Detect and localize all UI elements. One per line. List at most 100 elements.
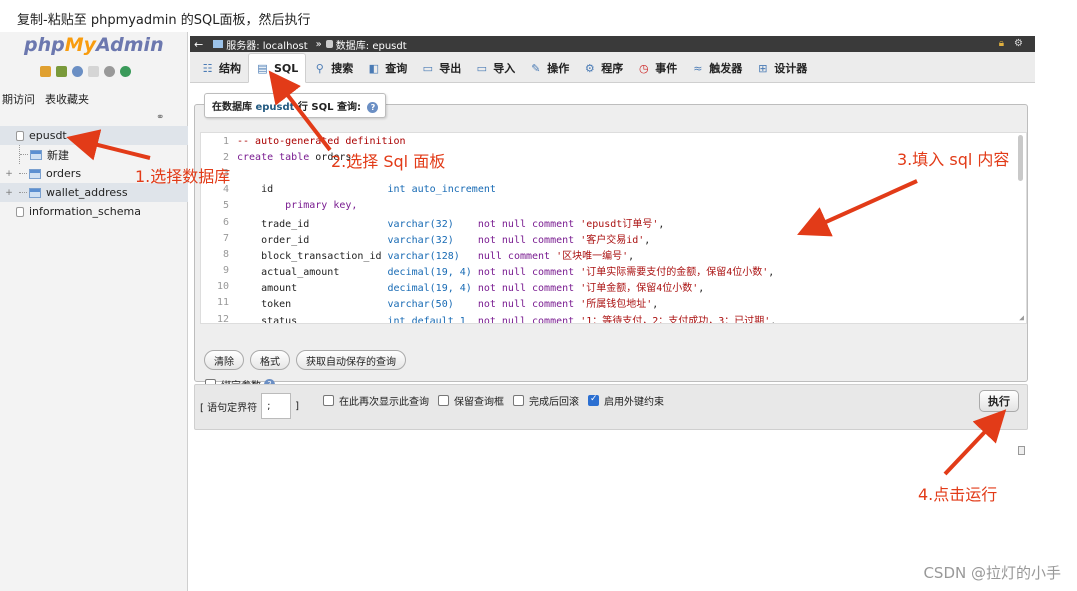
tab-structure[interactable]: ☷结构 bbox=[194, 54, 248, 82]
tab-export[interactable]: ▭导出 bbox=[414, 54, 468, 82]
logo-php: php bbox=[24, 34, 65, 56]
breadcrumb-server[interactable]: 服务器: localhost bbox=[226, 37, 307, 52]
get-autosaved-query-button[interactable]: 获取自动保存的查询 bbox=[296, 350, 406, 370]
logout-icon[interactable] bbox=[56, 66, 67, 77]
option-retain-query-box[interactable]: 保留查询框 bbox=[438, 393, 504, 408]
tab-designer[interactable]: ⊞ 设计器 bbox=[749, 54, 814, 82]
code-text: actual_amount decimal(19, 4) not null co… bbox=[235, 263, 774, 278]
breadcrumb-separator: » bbox=[316, 39, 322, 50]
tab-triggers[interactable]: ≈触发器 bbox=[684, 54, 749, 82]
annotation-step4: 4.点击运行 bbox=[918, 481, 997, 505]
code-token: primary key, bbox=[237, 200, 357, 211]
wrench-icon: ✎ bbox=[529, 62, 542, 75]
help-icon[interactable] bbox=[72, 66, 83, 77]
tree-label: orders bbox=[46, 167, 81, 180]
option-foreign-key-checks[interactable]: 启用外键约束 bbox=[588, 393, 664, 408]
phpmyadmin-logo[interactable]: phpMyAdmin bbox=[24, 34, 164, 56]
instruction-caption: 复制-粘贴至 phpmyadmin 的SQL面板，然后执行 bbox=[17, 9, 311, 28]
recent-tab[interactable]: 期访问 bbox=[0, 90, 37, 108]
console-toggle-icon[interactable] bbox=[1018, 446, 1025, 455]
code-token: not null comment bbox=[478, 267, 580, 278]
navigation-panel: phpMyAdmin 期访问 表收藏夹 ⚭ epusdt 新建 + orders bbox=[0, 32, 188, 591]
code-token: trade_id bbox=[237, 219, 388, 230]
home-icon[interactable] bbox=[40, 66, 51, 77]
breadcrumb-database[interactable]: 数据库: epusdt bbox=[336, 37, 407, 52]
table-icon bbox=[29, 169, 41, 179]
tab-label: 设计器 bbox=[774, 60, 807, 76]
new-table-icon bbox=[30, 150, 42, 160]
code-line: 8 block_transaction_id varchar(128) null… bbox=[201, 246, 1026, 262]
expand-icon[interactable]: + bbox=[3, 169, 15, 179]
docs-icon[interactable] bbox=[88, 66, 99, 77]
tab-label: 操作 bbox=[547, 60, 569, 76]
delimiter-group: [ 语句定界符 ; ] bbox=[200, 393, 299, 419]
legend-db-link[interactable]: epusdt bbox=[255, 102, 294, 113]
watermark: CSDN @拉灯的小手 bbox=[923, 562, 1061, 583]
code-line: 12 status int default 1 not null comment… bbox=[201, 311, 1026, 324]
tree-branch-h bbox=[19, 173, 27, 174]
gear-icon[interactable]: ⚙ bbox=[1014, 38, 1023, 49]
line-number: 7 bbox=[201, 233, 235, 244]
reload-icon[interactable] bbox=[120, 66, 131, 77]
code-token: token bbox=[237, 299, 388, 310]
chain-link-icon[interactable]: ⚭ bbox=[156, 112, 164, 123]
quick-links: 期访问 表收藏夹 bbox=[0, 90, 91, 108]
designer-icon: ⊞ bbox=[756, 62, 769, 75]
tab-events[interactable]: ◷事件 bbox=[630, 54, 684, 82]
tab-search[interactable]: ⚲搜索 bbox=[306, 54, 360, 82]
tree-item-epusdt[interactable]: epusdt bbox=[0, 126, 188, 145]
tab-import[interactable]: ▭导入 bbox=[468, 54, 522, 82]
code-token: , bbox=[770, 316, 776, 324]
tab-label: 导出 bbox=[439, 60, 461, 76]
go-button[interactable]: 执行 bbox=[979, 390, 1019, 412]
expand-icon[interactable]: + bbox=[3, 188, 15, 198]
option-show-query-again[interactable]: 在此再次显示此查询 bbox=[323, 393, 429, 408]
checkbox[interactable] bbox=[323, 395, 334, 406]
option-label: 启用外键约束 bbox=[604, 393, 664, 408]
tree-label: epusdt bbox=[29, 129, 67, 142]
logo-my: My bbox=[65, 34, 96, 56]
code-token: , bbox=[698, 283, 704, 294]
help-icon[interactable]: ? bbox=[367, 102, 378, 113]
checkbox[interactable] bbox=[513, 395, 524, 406]
tab-routines[interactable]: ⚙程序 bbox=[576, 54, 630, 82]
code-token: block_transaction_id bbox=[237, 251, 388, 262]
code-text: token varchar(50) not null comment '所属钱包… bbox=[235, 295, 658, 310]
checkbox[interactable] bbox=[438, 395, 449, 406]
checkbox[interactable] bbox=[588, 395, 599, 406]
favorites-tab[interactable]: 表收藏夹 bbox=[43, 90, 91, 108]
tab-label: 事件 bbox=[655, 60, 677, 76]
delimiter-input[interactable]: ; bbox=[261, 393, 291, 419]
editor-buttons: 清除 格式 获取自动保存的查询 bbox=[204, 350, 406, 370]
code-text: primary key, bbox=[235, 200, 357, 211]
editor-scrollbar[interactable] bbox=[1018, 135, 1023, 181]
tree-item-information-schema[interactable]: information_schema bbox=[0, 202, 188, 221]
format-button[interactable]: 格式 bbox=[250, 350, 290, 370]
collapse-nav-icon[interactable]: ← bbox=[194, 38, 203, 51]
tree-label: information_schema bbox=[29, 205, 141, 218]
code-token: , bbox=[768, 267, 774, 278]
code-token: order_id bbox=[237, 235, 388, 246]
tab-operations[interactable]: ✎ 操作 bbox=[522, 54, 576, 82]
resize-handle-icon[interactable]: ◢ bbox=[1019, 313, 1024, 322]
tab-sql[interactable]: ▤SQL bbox=[248, 53, 306, 83]
code-token: '订单金额，保留4位小数' bbox=[580, 283, 698, 294]
code-text: block_transaction_id varchar(128) null c… bbox=[235, 247, 634, 262]
code-line: 9 actual_amount decimal(19, 4) not null … bbox=[201, 263, 1026, 279]
code-token: id bbox=[237, 184, 388, 195]
nav-icon-bar bbox=[40, 66, 131, 77]
line-number: 5 bbox=[201, 200, 235, 211]
tree-item-new[interactable]: 新建 bbox=[0, 145, 188, 164]
tab-query[interactable]: ◧查询 bbox=[360, 54, 414, 82]
lock-icon[interactable]: 🔒︎ bbox=[999, 38, 1004, 49]
option-rollback-when-done[interactable]: 完成后回滚 bbox=[513, 393, 579, 408]
tree-branch-h bbox=[19, 192, 27, 193]
settings-icon[interactable] bbox=[104, 66, 115, 77]
tree-branch-h bbox=[20, 154, 28, 155]
tab-label: 触发器 bbox=[709, 60, 742, 76]
code-line: 4 id int auto_increment bbox=[201, 182, 1026, 198]
option-label: 保留查询框 bbox=[454, 393, 504, 408]
line-number: 8 bbox=[201, 249, 235, 260]
code-token: create table bbox=[237, 152, 315, 163]
clear-button[interactable]: 清除 bbox=[204, 350, 244, 370]
